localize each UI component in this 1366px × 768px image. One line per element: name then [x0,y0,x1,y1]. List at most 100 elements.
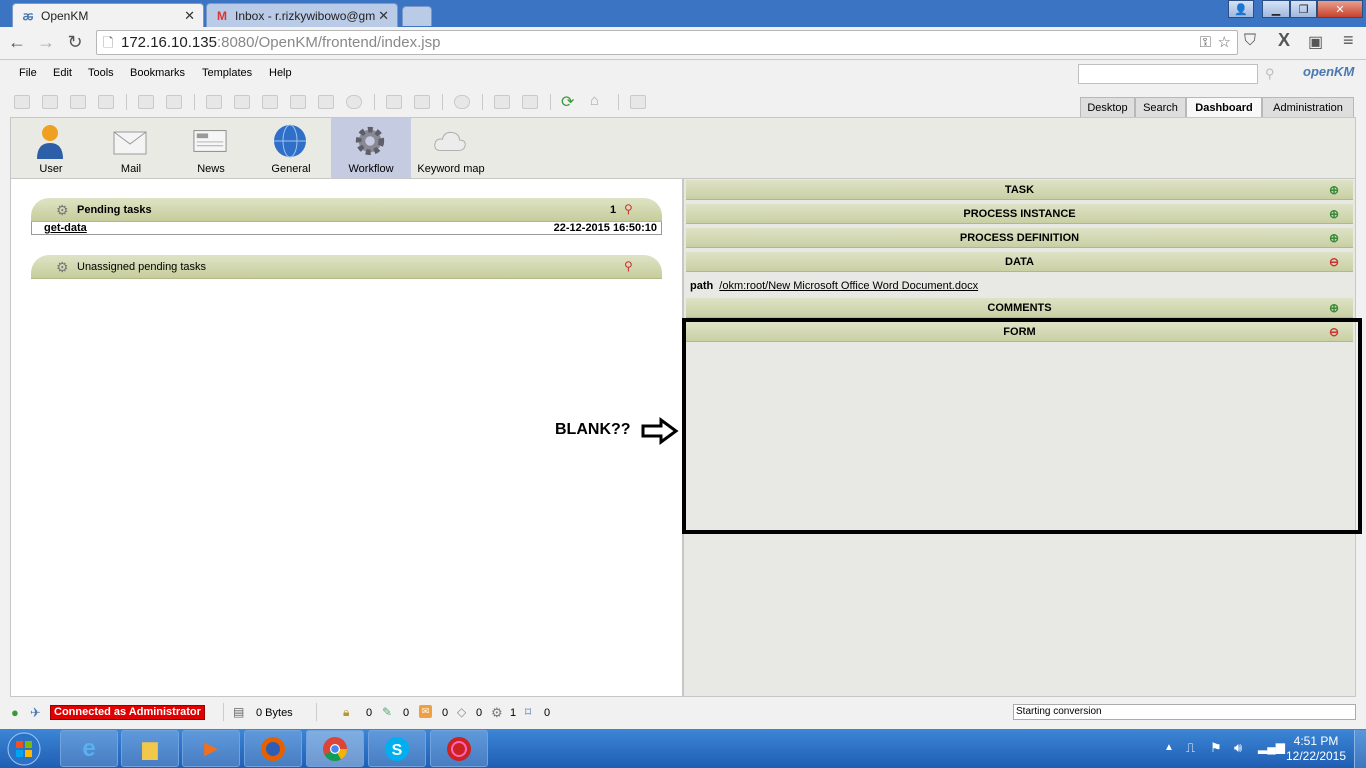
edit-document-icon[interactable] [318,95,334,109]
unlock-icon[interactable] [166,95,182,109]
lock-icon[interactable] [138,95,154,109]
taskbar-internet-explorer[interactable]: e [60,730,118,767]
arrow-right-icon [641,417,679,445]
browser-tab-openkm[interactable]: ꬱ OpenKM ✕ [12,3,204,27]
system-clock[interactable]: 4:51 PM 12/22/2015 [1284,734,1348,764]
minimize-button[interactable]: ▁ [1262,0,1290,18]
dashboard-keyword-map-button[interactable]: Keyword map [411,118,491,178]
bookmark-star-icon[interactable]: ☆ [1218,31,1231,54]
remove-subscription-icon[interactable] [522,95,538,109]
x-extension-icon[interactable]: X [1278,30,1290,51]
checkin-icon[interactable] [262,95,278,109]
action-center-icon[interactable]: ⚑ [1210,740,1222,756]
cancel-checkout-icon[interactable] [290,95,306,109]
forward-arrow-icon[interactable]: → [35,31,57,53]
checkout-icon[interactable]: ✎ [382,705,396,719]
browser-tab-strip: ꬱ OpenKM ✕ M Inbox - r.rizkywibowo@gm ✕ … [0,0,1366,27]
close-icon[interactable]: ✕ [378,8,389,24]
taskbar-skype[interactable]: S [368,730,426,767]
new-tab-button[interactable] [402,6,432,26]
menu-tools[interactable]: Tools [88,67,114,79]
section-data[interactable]: DATA ⊖ [686,252,1353,272]
dashboard-user-button[interactable]: User [11,118,91,178]
zoom-icon[interactable]: ⚲ [624,259,638,273]
expand-icon[interactable]: ⊕ [1329,207,1339,221]
toolbar-separator [618,94,619,110]
section-process-instance[interactable]: PROCESS INSTANCE ⊕ [686,204,1353,224]
close-icon[interactable]: ✕ [184,8,195,24]
tab-administration[interactable]: Administration [1262,97,1354,117]
key-icon[interactable]: ⚿ [1200,31,1211,54]
dashboard-news-button[interactable]: News [171,118,251,178]
download-document-icon[interactable] [70,95,86,109]
new-folder-icon[interactable] [206,95,222,109]
taskbar-file-explorer[interactable]: ▆ [121,730,179,767]
tab-dashboard[interactable]: Dashboard [1186,97,1262,117]
refresh-icon[interactable]: ⟳ [561,92,574,112]
collapse-icon[interactable]: ⊖ [1329,255,1339,269]
expand-icon[interactable]: ⊕ [1329,183,1339,197]
checkout-icon[interactable] [234,95,250,109]
locked-count: 0 [366,707,373,719]
menu-bookmarks[interactable]: Bookmarks [130,67,185,79]
gear-icon [353,124,387,158]
expand-icon[interactable]: ⊕ [1329,231,1339,245]
find-folder-icon[interactable] [14,95,30,109]
notification-extension-icon[interactable]: ▣ [1308,32,1323,52]
tab-search[interactable]: Search [1135,97,1186,117]
start-button[interactable] [4,730,44,767]
table-row[interactable]: get-data 22-12-2015 16:50:10 [31,222,662,235]
tab-desktop[interactable]: Desktop [1080,97,1135,117]
expand-icon[interactable]: ⊕ [1329,301,1339,315]
usb-device-icon[interactable]: ⎍ [1186,740,1195,756]
taskbar-app-red[interactable] [430,730,488,767]
taskbar-media-player[interactable]: ▶ [182,730,240,767]
taskbar-firefox[interactable] [244,730,302,767]
browser-tab-gmail[interactable]: M Inbox - r.rizkywibowo@gm ✕ [206,3,398,27]
show-hidden-icons-icon[interactable]: ▲ [1164,742,1174,753]
taskbar-chrome[interactable] [306,730,364,767]
start-workflow-icon[interactable] [454,95,470,109]
network-signal-icon[interactable]: ▂▄▆ [1258,740,1285,754]
dashboard-workflow-button[interactable]: Workflow [331,118,411,178]
subscription-icon[interactable]: ◇ [457,705,471,719]
restore-button[interactable]: ❐ [1290,0,1317,18]
back-arrow-icon[interactable]: ← [6,31,28,53]
task-name-link[interactable]: get-data [44,222,87,234]
mail-icon[interactable]: ✉ [419,705,432,718]
section-comments[interactable]: COMMENTS ⊕ [686,298,1353,318]
gear-icon[interactable]: ⚙ [491,705,505,720]
menu-hamburger-icon[interactable]: ≡ [1343,30,1354,51]
keyword-map-label: Keyword map [417,163,485,175]
add-document-icon[interactable] [42,95,58,109]
add-subscription-icon[interactable] [494,95,510,109]
tag-icon[interactable]: ⌑ [525,705,539,719]
svg-text:S: S [392,742,403,759]
menu-help[interactable]: Help [269,67,292,79]
close-window-button[interactable]: ✕ [1317,0,1363,18]
shield-extension-icon[interactable]: ⛉ [1244,32,1256,50]
lock-icon[interactable]: 🔒︎ [343,705,357,719]
address-bar[interactable]: 🗋 172.16.10.135:8080/OpenKM/frontend/ind… [96,30,1238,55]
menu-file[interactable]: File [19,67,37,79]
add-property-group-icon[interactable] [386,95,402,109]
show-desktop-button[interactable] [1354,730,1366,768]
delete-icon[interactable] [346,95,362,109]
reload-icon[interactable]: ↻ [64,31,86,53]
zoom-icon[interactable]: ⚲ [624,202,638,216]
home-icon[interactable]: ⌂ [590,92,599,109]
menu-templates[interactable]: Templates [202,67,252,79]
volume-icon[interactable]: 🔊︎ [1234,740,1242,756]
dashboard-general-button[interactable]: General [251,118,331,178]
section-process-definition[interactable]: PROCESS DEFINITION ⊕ [686,228,1353,248]
menu-edit[interactable]: Edit [53,67,72,79]
quick-search-input[interactable] [1078,64,1258,84]
user-profile-icon[interactable]: 👤 [1228,0,1254,18]
remove-property-group-icon[interactable] [414,95,430,109]
data-path-link[interactable]: /okm:root/New Microsoft Office Word Docu… [719,280,978,292]
search-icon[interactable]: ⚲ [1265,66,1275,82]
print-icon[interactable] [98,95,114,109]
dashboard-mail-button[interactable]: Mail [91,118,171,178]
section-task[interactable]: TASK ⊕ [686,180,1353,200]
scanner-icon[interactable] [630,95,646,109]
